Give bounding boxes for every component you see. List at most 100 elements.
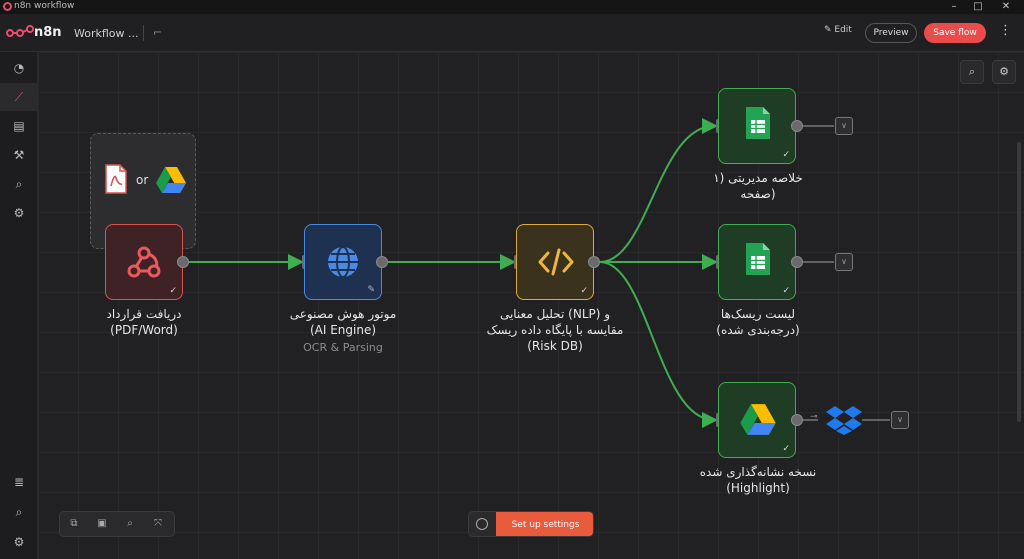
node-summary-label-line2: صفحه) <box>740 187 776 201</box>
header-divider <box>143 25 144 41</box>
zoom-search-icon[interactable]: ⌕ <box>120 515 140 533</box>
port-risks-out[interactable] <box>791 256 803 268</box>
sidebar-item-docs[interactable]: ≣ <box>0 468 38 496</box>
sidebar-item-search[interactable]: ⌕ <box>0 170 38 198</box>
google-drive-icon <box>156 167 186 193</box>
sidebar-item-executions[interactable]: ⟋ <box>0 83 38 111</box>
node-webhook-label-line2: (PDF/Word) <box>110 323 178 337</box>
search-icon: ⌕ <box>968 65 976 78</box>
node-webhook[interactable]: ✓ <box>105 224 183 300</box>
node-ai-label-line2: (AI Engine) <box>309 323 377 337</box>
pencil-icon: ✎ <box>367 285 375 295</box>
canvas-scrollbar[interactable] <box>1017 142 1021 422</box>
dashboard-icon: ◔ <box>13 61 25 75</box>
sidebar-item-settings[interactable]: ⚙ <box>0 199 38 227</box>
port-ai-out[interactable] <box>376 256 388 268</box>
dropbox-icon <box>826 406 862 435</box>
window-titlebar: n8n workflow – □ ✕ <box>0 0 1024 23</box>
zoom-in-icon[interactable]: ▣ <box>92 515 112 533</box>
success-check-icon: ✓ <box>580 286 588 296</box>
port-summary-out[interactable] <box>791 120 803 132</box>
setup-bar: Set up settings <box>468 511 594 537</box>
node-risks-label-line1: لیست ریسک‌ها <box>720 307 796 321</box>
reset-zoom-icon[interactable]: ⤧ <box>148 515 168 533</box>
templates-icon: ▤ <box>13 119 25 133</box>
window-title: n8n workflow <box>14 1 75 11</box>
node-nlp-label: تحلیل معنایی (NLP) و مقایسه با پایگاه دا… <box>450 306 660 354</box>
sidebar-item-tools[interactable]: ⚒ <box>0 141 38 169</box>
workflow-canvas[interactable]: ⌕ ⚙ or ✓ دریافت قرارداد (PDF/Word) ✎ موت… <box>38 52 1024 559</box>
node-risks-sheet[interactable]: ✓ <box>718 224 796 300</box>
node-nlp-label-line3: (Risk DB) <box>527 339 583 353</box>
code-icon <box>538 248 574 276</box>
canvas-settings-button[interactable]: ⚙ <box>992 60 1016 84</box>
n8n-small-logo-icon <box>3 2 12 11</box>
fit-view-icon[interactable]: ⧉ <box>64 515 84 533</box>
logo-text: n8n <box>34 25 62 40</box>
node-risks-label: لیست ریسک‌ها (درجه‌بندی شده) <box>688 306 828 338</box>
settings-icon: ⚙ <box>13 206 25 220</box>
globe-icon <box>328 246 358 278</box>
port-webhook-out[interactable] <box>177 256 189 268</box>
node-highlight-label-line1: نسخه نشانه‌گذاری شده <box>699 465 817 479</box>
add-node-button[interactable]: ∨ <box>835 117 853 135</box>
success-check-icon: ✓ <box>169 286 177 296</box>
node-highlight-drive[interactable]: ✓ <box>718 382 796 458</box>
maximize-button[interactable]: □ <box>968 0 988 14</box>
executions-icon: ⟋ <box>14 90 24 104</box>
port-nlp-out[interactable] <box>588 256 600 268</box>
google-sheets-icon <box>746 107 770 139</box>
sidebar-item-bottom-search[interactable]: ⌕ <box>0 498 38 526</box>
setup-settings-button[interactable]: Set up settings <box>496 512 593 536</box>
node-webhook-label: دریافت قرارداد (PDF/Word) <box>74 306 214 338</box>
sidebar: ◔ ⟋ ▤ ⚒ ⌕ ⚙ ≣ ⌕ ⚙ <box>0 52 38 559</box>
search-icon: ⌕ <box>15 505 23 519</box>
zoom-search-button[interactable]: ⌕ <box>960 60 984 84</box>
link-icon: ⊸ <box>810 412 818 422</box>
node-summary-label: خلاصه مدیریتی (۱ صفحه) <box>688 170 828 202</box>
node-ai-label: موتور هوش مصنوعی (AI Engine) <box>263 306 423 338</box>
canvas-zoom-toolbar: ⧉ ▣ ⌕ ⤧ <box>59 511 175 537</box>
webhook-icon <box>127 246 161 278</box>
app-window: n8n workflow – □ ✕ n8n Workflow ... ⌐ ✎ … <box>0 0 1024 559</box>
node-highlight-label-line2: (Highlight) <box>726 481 790 495</box>
success-check-icon: ✓ <box>782 444 790 454</box>
node-webhook-label-line1: دریافت قرارداد <box>106 307 182 321</box>
workflow-name[interactable]: Workflow ... <box>74 27 139 40</box>
add-node-button[interactable]: ∨ <box>835 253 853 271</box>
preview-button[interactable]: Preview <box>865 23 917 43</box>
google-drive-icon <box>740 404 776 435</box>
port-highlight-out[interactable] <box>791 414 803 426</box>
save-flow-button[interactable]: Save flow <box>924 23 986 43</box>
sidebar-item-templates[interactable]: ▤ <box>0 112 38 140</box>
search-icon: ⌕ <box>15 177 23 191</box>
close-button[interactable]: ✕ <box>996 0 1016 14</box>
gear-icon: ⚙ <box>13 535 25 549</box>
edit-label: Edit <box>834 25 852 35</box>
node-summary-label-line1: خلاصه مدیریتی (۱ <box>713 171 803 185</box>
edit-button[interactable]: ✎ Edit <box>824 25 852 35</box>
pencil-icon: ✎ <box>824 25 835 35</box>
docs-icon: ≣ <box>13 475 25 489</box>
node-highlight-label: نسخه نشانه‌گذاری شده (Highlight) <box>673 464 843 496</box>
node-summary-sheet[interactable]: ✓ <box>718 88 796 164</box>
node-nlp-label-line1: تحلیل معنایی (NLP) و <box>499 307 611 321</box>
node-ai-engine[interactable]: ✎ <box>304 224 382 300</box>
app-header: n8n Workflow ... ⌐ ✎ Edit Preview Save f… <box>0 14 1024 52</box>
gear-icon: ⚙ <box>999 65 1009 78</box>
success-check-icon: ✓ <box>782 286 790 296</box>
more-options-icon[interactable]: ⋮ <box>999 23 1012 38</box>
status-circle-icon <box>476 518 488 530</box>
node-nlp[interactable]: ✓ <box>516 224 594 300</box>
or-label: or <box>136 173 149 187</box>
tag-icon[interactable]: ⌐ <box>153 26 162 39</box>
minimize-button[interactable]: – <box>944 0 964 14</box>
node-ai-subtitle: OCR & Parsing <box>303 341 383 354</box>
node-nlp-label-line2: مقایسه با پایگاه داده ریسک <box>486 323 624 337</box>
sidebar-item-bottom-settings[interactable]: ⚙ <box>0 528 38 556</box>
add-node-button[interactable]: ∨ <box>891 411 909 429</box>
node-ai-label-line1: موتور هوش مصنوعی <box>289 307 397 321</box>
node-risks-label-line2: (درجه‌بندی شده) <box>716 323 800 337</box>
google-sheets-icon <box>746 243 770 275</box>
sidebar-item-dashboard[interactable]: ◔ <box>0 54 38 82</box>
